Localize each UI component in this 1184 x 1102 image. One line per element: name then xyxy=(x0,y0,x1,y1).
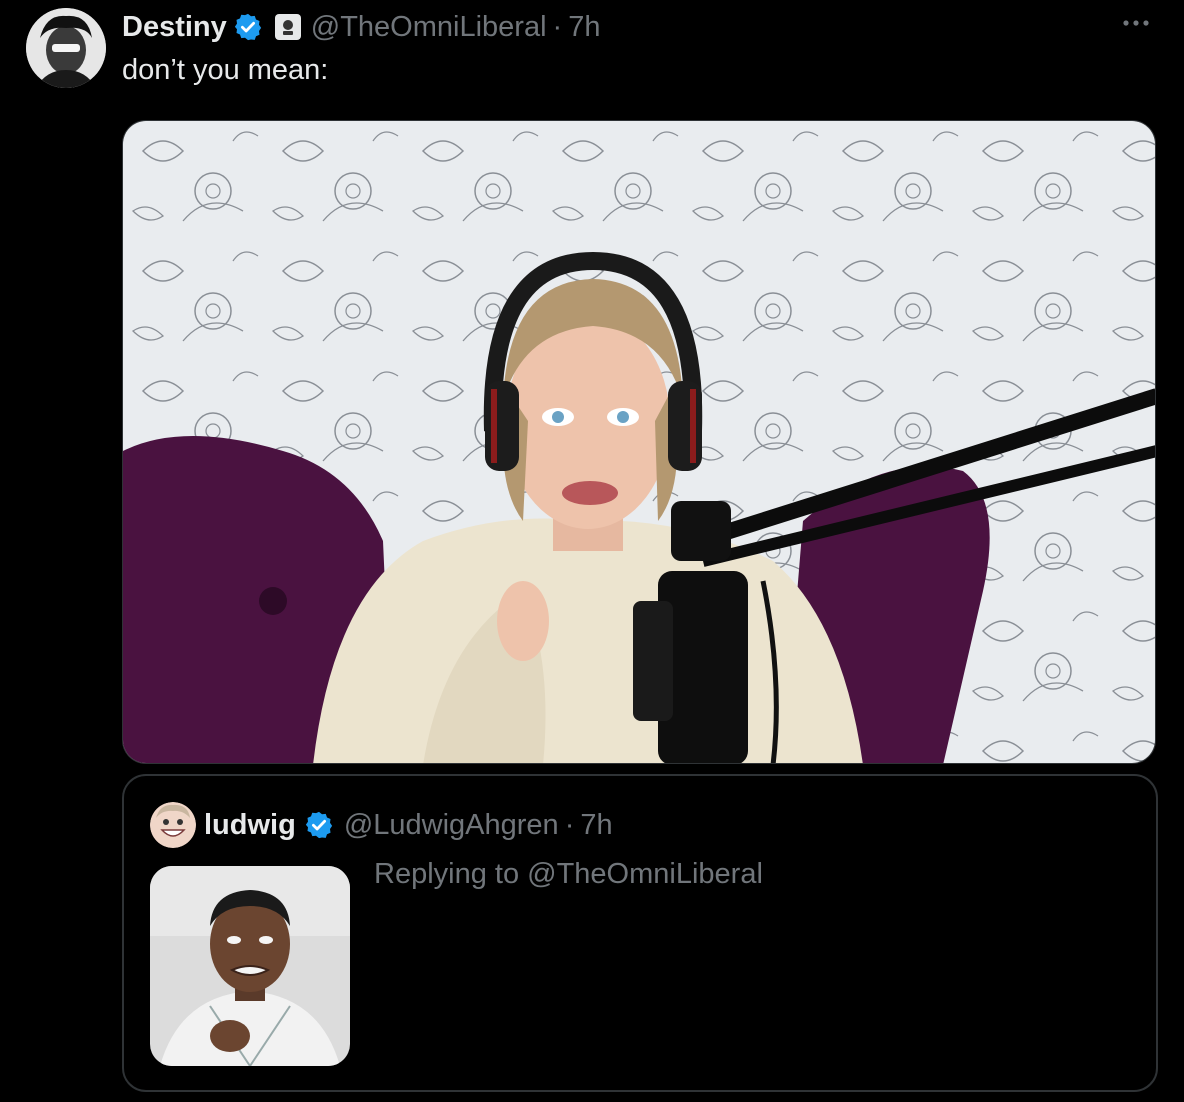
quoted-author-handle[interactable]: @LudwigAhgren xyxy=(344,809,559,842)
tweet-header: Destiny @TheOmniLiberal · 7h xyxy=(122,8,600,46)
author-handle[interactable]: @TheOmniLiberal xyxy=(311,11,547,44)
more-options-button[interactable] xyxy=(1116,6,1156,42)
tweet-text: don’t you mean: xyxy=(122,54,329,86)
tweet[interactable]: Destiny @TheOmniLiberal · 7h don’t you m… xyxy=(0,0,1184,1102)
separator-dot: · xyxy=(564,808,575,841)
quoted-author-avatar[interactable] xyxy=(150,802,196,848)
separator-dot: · xyxy=(552,10,563,43)
quoted-tweet[interactable]: ludwig @LudwigAhgren · 7h Replying to @T… xyxy=(122,774,1158,1092)
author-avatar[interactable] xyxy=(26,8,106,88)
author-display-name[interactable]: Destiny xyxy=(122,11,227,44)
more-horizontal-icon xyxy=(1121,15,1151,33)
tweet-timestamp[interactable]: 7h xyxy=(568,11,600,44)
replying-to-text: Replying to @TheOmniLiberal xyxy=(374,858,763,890)
verified-badge-icon[interactable] xyxy=(233,12,263,42)
quoted-tweet-media-image[interactable] xyxy=(150,866,350,1066)
quoted-tweet-timestamp[interactable]: 7h xyxy=(580,809,612,842)
quoted-author-display-name[interactable]: ludwig xyxy=(204,809,296,842)
tweet-media-image[interactable] xyxy=(122,120,1156,764)
verified-badge-icon[interactable] xyxy=(304,810,334,840)
quoted-tweet-header: ludwig @LudwigAhgren · 7h xyxy=(204,804,613,846)
affiliate-badge-icon[interactable] xyxy=(274,14,301,40)
